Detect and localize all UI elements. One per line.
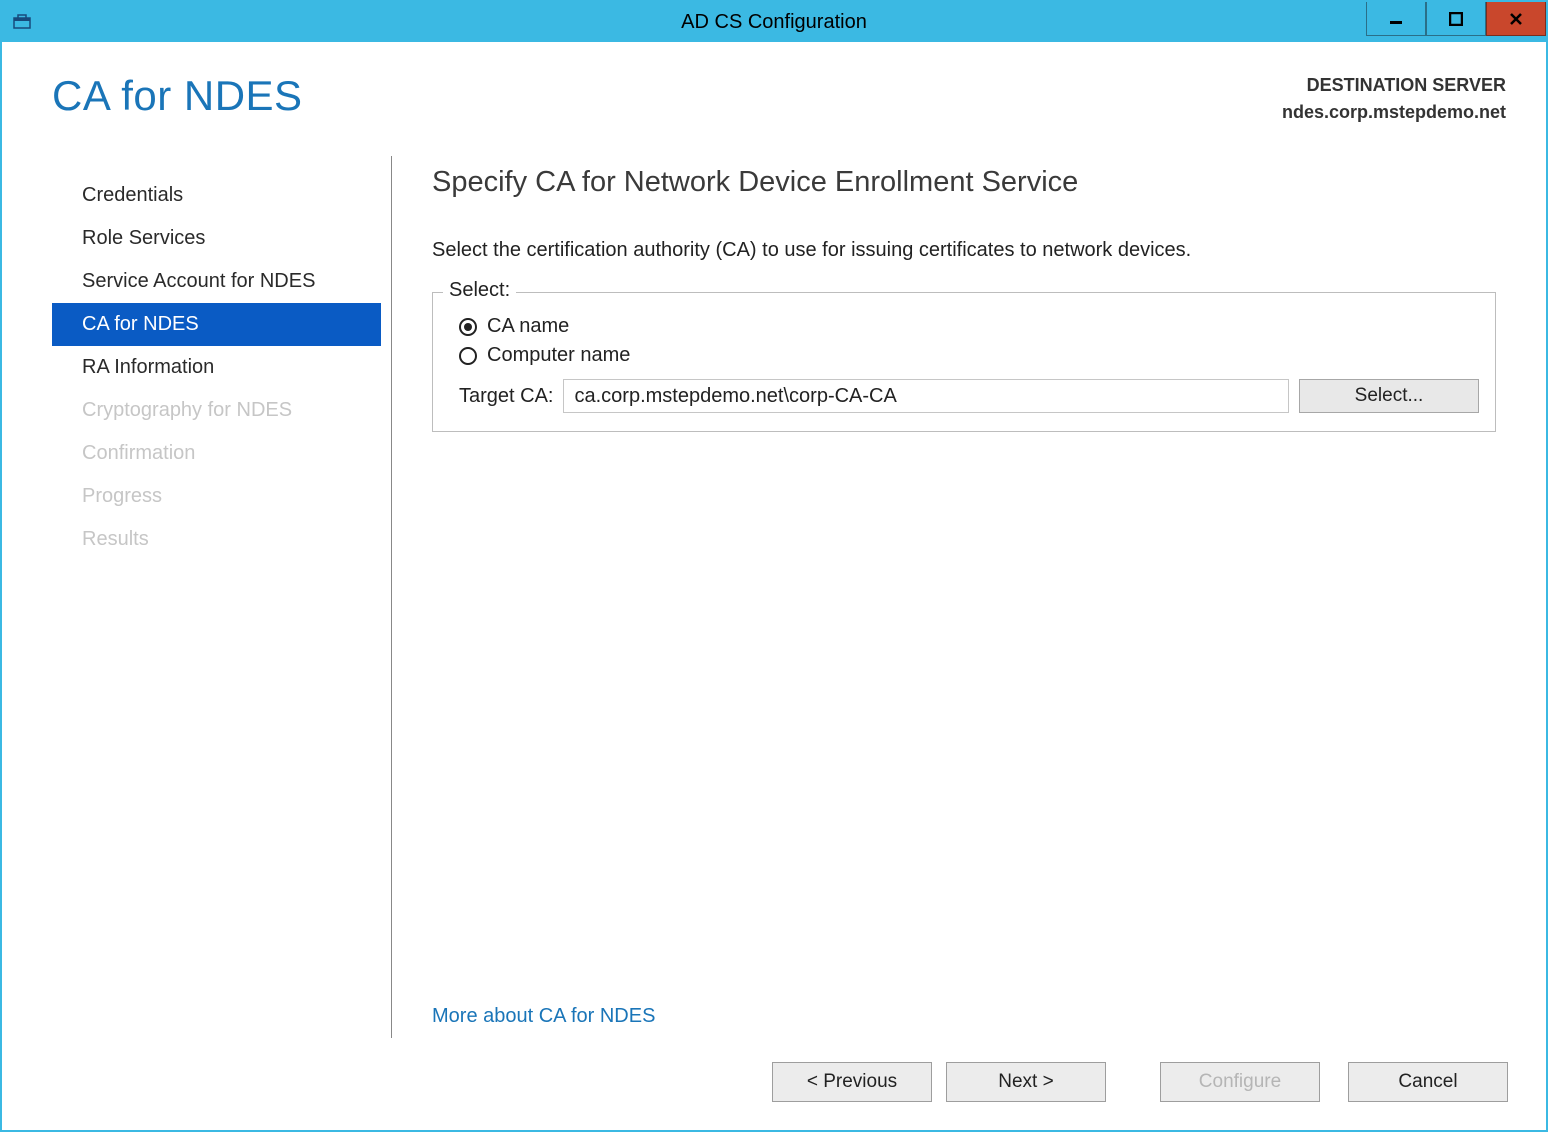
page-heading: CA for NDES	[52, 72, 303, 120]
titlebar: AD CS Configuration	[2, 2, 1546, 42]
radio-computer-name[interactable]: Computer name	[459, 344, 1479, 367]
instruction-text: Select the certification authority (CA) …	[432, 239, 1496, 262]
radio-icon	[459, 347, 477, 365]
sidebar-item-role-services[interactable]: Role Services	[52, 217, 381, 260]
target-ca-label: Target CA:	[459, 385, 553, 408]
window-title: AD CS Configuration	[2, 11, 1546, 34]
sidebar-item-ca-for-ndes[interactable]: CA for NDES	[52, 303, 381, 346]
sidebar-item-cryptography: Cryptography for NDES	[52, 389, 381, 432]
select-ca-button[interactable]: Select...	[1299, 379, 1479, 413]
wizard-sidebar: Credentials Role Services Service Accoun…	[52, 156, 392, 1038]
sidebar-item-results: Results	[52, 518, 381, 561]
cancel-button[interactable]: Cancel	[1348, 1062, 1508, 1102]
fieldset-legend: Select:	[443, 279, 516, 302]
client-area: CA for NDES DESTINATION SERVER ndes.corp…	[2, 42, 1546, 1130]
radio-icon	[459, 318, 477, 336]
target-ca-row: Target CA: Select...	[459, 379, 1479, 413]
radio-computer-name-label: Computer name	[487, 344, 630, 367]
nav-button-group: < Previous Next >	[772, 1062, 1106, 1102]
sidebar-item-progress: Progress	[52, 475, 381, 518]
header-row: CA for NDES DESTINATION SERVER ndes.corp…	[2, 42, 1546, 136]
configure-button: Configure	[1160, 1062, 1320, 1102]
sidebar-item-service-account[interactable]: Service Account for NDES	[52, 260, 381, 303]
previous-button[interactable]: < Previous	[772, 1062, 932, 1102]
action-button-group: Configure Cancel	[1160, 1062, 1508, 1102]
main-heading: Specify CA for Network Device Enrollment…	[432, 166, 1496, 199]
select-fieldset: Select: CA name Computer name Target CA:…	[432, 292, 1496, 432]
wizard-window: AD CS Configuration CA for NDES DESTINAT…	[0, 0, 1548, 1132]
next-button[interactable]: Next >	[946, 1062, 1106, 1102]
minimize-button[interactable]	[1366, 2, 1426, 36]
window-controls	[1366, 2, 1546, 36]
close-button[interactable]	[1486, 2, 1546, 36]
app-icon	[8, 8, 36, 36]
sidebar-item-credentials[interactable]: Credentials	[52, 174, 381, 217]
radio-ca-name-label: CA name	[487, 315, 569, 338]
destination-label: DESTINATION SERVER	[1282, 72, 1506, 99]
wizard-footer: < Previous Next > Configure Cancel	[2, 1038, 1546, 1130]
radio-ca-name[interactable]: CA name	[459, 315, 1479, 338]
destination-value: ndes.corp.mstepdemo.net	[1282, 99, 1506, 126]
target-ca-input[interactable]	[563, 379, 1289, 413]
sidebar-item-confirmation: Confirmation	[52, 432, 381, 475]
sidebar-item-ra-information[interactable]: RA Information	[52, 346, 381, 389]
destination-block: DESTINATION SERVER ndes.corp.mstepdemo.n…	[1282, 72, 1506, 126]
more-about-link[interactable]: More about CA for NDES	[432, 955, 1496, 1028]
main-panel: Specify CA for Network Device Enrollment…	[392, 156, 1506, 1038]
body-row: Credentials Role Services Service Accoun…	[2, 136, 1546, 1038]
maximize-button[interactable]	[1426, 2, 1486, 36]
